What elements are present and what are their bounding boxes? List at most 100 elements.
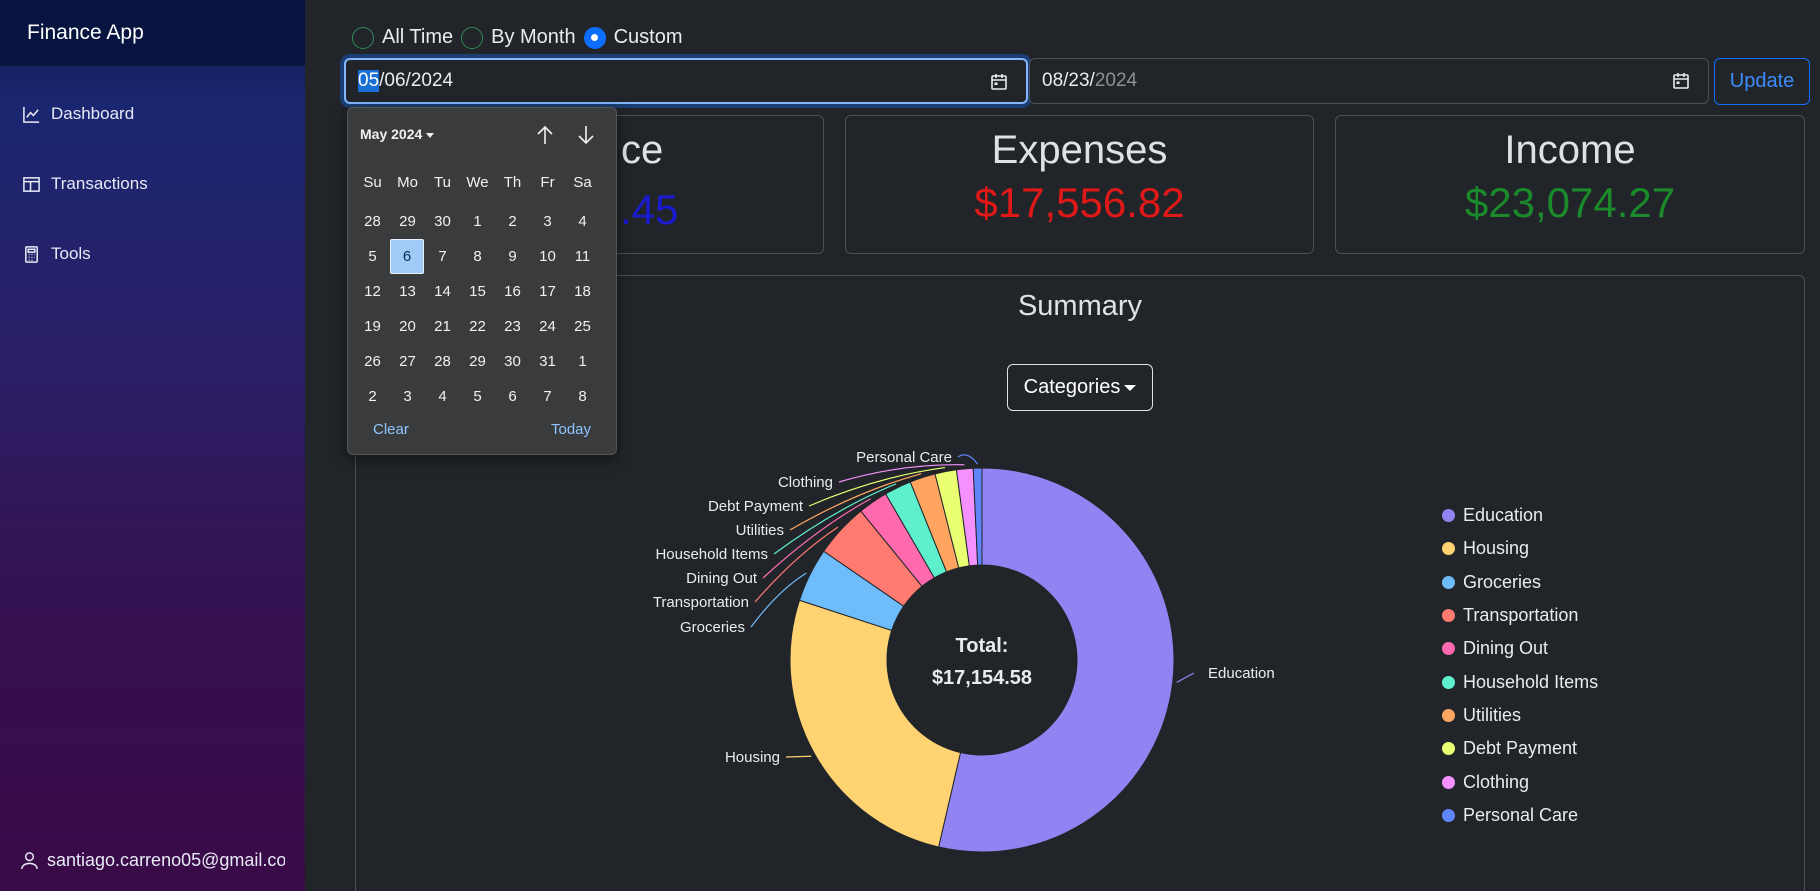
calendar-day[interactable]: 3 [530,204,565,239]
month-label: May 2024 [360,126,423,142]
calendar-day[interactable]: 24 [530,309,565,344]
calendar-day[interactable]: 29 [460,344,495,379]
clear-button[interactable]: Clear [373,421,409,438]
weekday-header: Tu [434,173,451,191]
legend-label: Debt Payment [1463,738,1578,759]
legend-swatch [1442,642,1455,656]
calendar-day[interactable]: 16 [495,274,530,309]
calendar-day[interactable]: 28 [425,344,460,379]
calendar-day[interactable]: 25 [565,309,600,344]
caret-down-icon [426,132,435,138]
legend-label: Groceries [1463,571,1542,592]
legend-swatch [1442,708,1455,722]
calendar-day[interactable]: 6 [390,239,424,274]
slice-label: Clothing [778,474,833,491]
legend-label: Housing [1463,538,1530,559]
slice-label: Dining Out [686,570,758,587]
legend-swatch [1442,808,1455,822]
calendar-day[interactable]: 15 [460,274,495,309]
calendar-day[interactable]: 31 [530,344,565,379]
legend-label: Transportation [1463,605,1579,626]
legend-swatch [1442,542,1455,556]
calendar-day[interactable]: 4 [565,204,600,239]
calendar-day[interactable]: 30 [425,204,460,239]
weekday-header: We [466,173,489,191]
calendar-day[interactable]: 27 [390,344,425,379]
slice-label: Household Items [655,546,768,563]
calendar-day[interactable]: 17 [530,274,565,309]
legend-item[interactable]: Household Items [1442,665,1598,698]
legend-label: Household Items [1463,671,1599,692]
legend-item[interactable]: Housing [1442,532,1598,565]
slice-label: Personal Care [856,449,952,466]
pie-slice-housing[interactable] [789,599,962,848]
calendar-day[interactable]: 7 [530,379,565,414]
weekday-header: Th [503,173,522,191]
slice-label: Education [1208,665,1275,682]
calendar-day[interactable]: 3 [390,379,425,414]
calendar-day[interactable]: 20 [390,309,425,344]
calendar-day[interactable]: 8 [460,239,495,274]
weekday-header: Fr [540,173,555,191]
today-button[interactable]: Today [551,421,591,438]
legend-swatch [1442,742,1455,756]
calendar-day[interactable]: 30 [495,344,530,379]
calendar-day[interactable]: 1 [460,204,495,239]
slice-label: Housing [725,749,780,766]
legend-label: Utilities [1463,704,1522,725]
weekday-header: Su [363,173,382,191]
calendar-day[interactable]: 9 [495,239,530,274]
legend-item[interactable]: Transportation [1442,599,1598,632]
calendar-day[interactable]: 12 [355,274,390,309]
legend-item[interactable]: Clothing [1442,765,1598,798]
legend-label: Personal Care [1463,804,1579,825]
legend-swatch [1442,775,1455,789]
label-leader-line [785,755,812,758]
datepicker-month-select[interactable]: May 2024 [360,126,435,142]
chart-legend: Education Housing Groceries Transportation D… [1442,499,1598,832]
calendar-day[interactable]: 8 [565,379,600,414]
calendar-day[interactable]: 10 [530,239,565,274]
calendar-day[interactable]: 23 [495,309,530,344]
calendar-day[interactable]: 13 [390,274,425,309]
legend-label: Education [1463,505,1544,526]
slice-label: Groceries [680,619,745,636]
legend-swatch [1442,509,1455,523]
calendar-day[interactable]: 14 [425,274,460,309]
calendar-day[interactable]: 6 [495,379,530,414]
calendar-day[interactable]: 28 [355,204,390,239]
legend-label: Clothing [1463,771,1530,792]
legend-label: Dining Out [1463,638,1549,659]
calendar-day[interactable]: 19 [355,309,390,344]
arrow-down-icon[interactable] [575,124,597,146]
weekday-header: Sa [573,173,592,191]
calendar-day[interactable]: 29 [390,204,425,239]
legend-swatch [1442,609,1455,623]
arrow-up-icon[interactable] [534,124,556,146]
legend-swatch [1442,575,1455,589]
calendar-day[interactable]: 21 [425,309,460,344]
legend-item[interactable]: Education [1442,499,1598,532]
calendar-day[interactable]: 7 [425,239,460,274]
weekday-header: Mo [397,173,418,191]
calendar-day[interactable]: 22 [460,309,495,344]
slice-label: Utilities [736,522,784,539]
calendar-day[interactable]: 1 [565,344,600,379]
chart-center-label: $17,154.58 [932,667,1032,689]
calendar-day[interactable]: 2 [355,379,390,414]
calendar-day[interactable]: 11 [565,239,600,274]
legend-item[interactable]: Dining Out [1442,632,1598,665]
calendar-day[interactable]: 26 [355,344,390,379]
calendar-day[interactable]: 4 [425,379,460,414]
calendar-day[interactable]: 2 [495,204,530,239]
calendar-day[interactable]: 5 [355,239,390,274]
legend-item[interactable]: Groceries [1442,566,1598,599]
datepicker-popup: May 2024 Su Mo Tu We Th Fr Sa 28 29 30 1 2 3 4 5 6 7 8 9 10… [347,107,617,455]
legend-item[interactable]: Debt Payment [1442,732,1598,765]
calendar-day[interactable]: 5 [460,379,495,414]
legend-item[interactable]: Utilities [1442,699,1598,732]
slice-label: Debt Payment [708,498,804,515]
legend-item[interactable]: Personal Care [1442,799,1598,832]
calendar-day[interactable]: 18 [565,274,600,309]
label-leader-line [957,454,979,465]
